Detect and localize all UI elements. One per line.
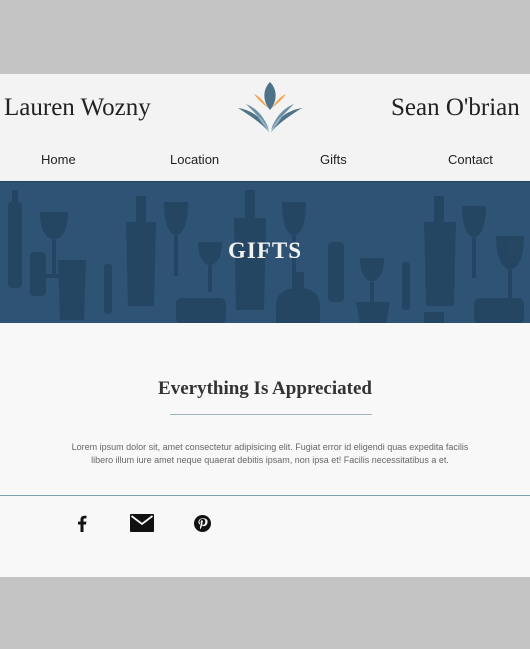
heading-divider <box>170 414 372 415</box>
site-header: Lauren Wozny Sean O'brian Home Location … <box>0 74 530 181</box>
page: Lauren Wozny Sean O'brian Home Location … <box>0 74 530 577</box>
main-nav: Home Location Gifts Contact <box>0 152 530 174</box>
bride-name: Lauren Wozny <box>4 94 151 121</box>
section-heading: Everything Is Appreciated <box>158 378 372 399</box>
section-body-text: Lorem ipsum dolor sit, amet consectetur … <box>71 442 469 465</box>
banner-title: GIFTS <box>227 238 303 263</box>
hero-banner: GIFTS <box>0 181 530 323</box>
pinterest-icon[interactable] <box>192 512 212 534</box>
email-icon[interactable] <box>130 512 154 534</box>
facebook-icon[interactable] <box>74 512 90 534</box>
footer-divider <box>0 495 530 496</box>
nav-item-location[interactable]: Location <box>170 152 219 167</box>
nav-item-gifts[interactable]: Gifts <box>320 152 347 167</box>
nav-item-home[interactable]: Home <box>41 152 76 167</box>
floral-fan-logo-icon <box>238 82 302 132</box>
nav-item-contact[interactable]: Contact <box>448 152 493 167</box>
groom-name: Sean O'brian <box>391 94 520 121</box>
gifts-section: Everything Is Appreciated Lorem ipsum do… <box>0 323 530 577</box>
